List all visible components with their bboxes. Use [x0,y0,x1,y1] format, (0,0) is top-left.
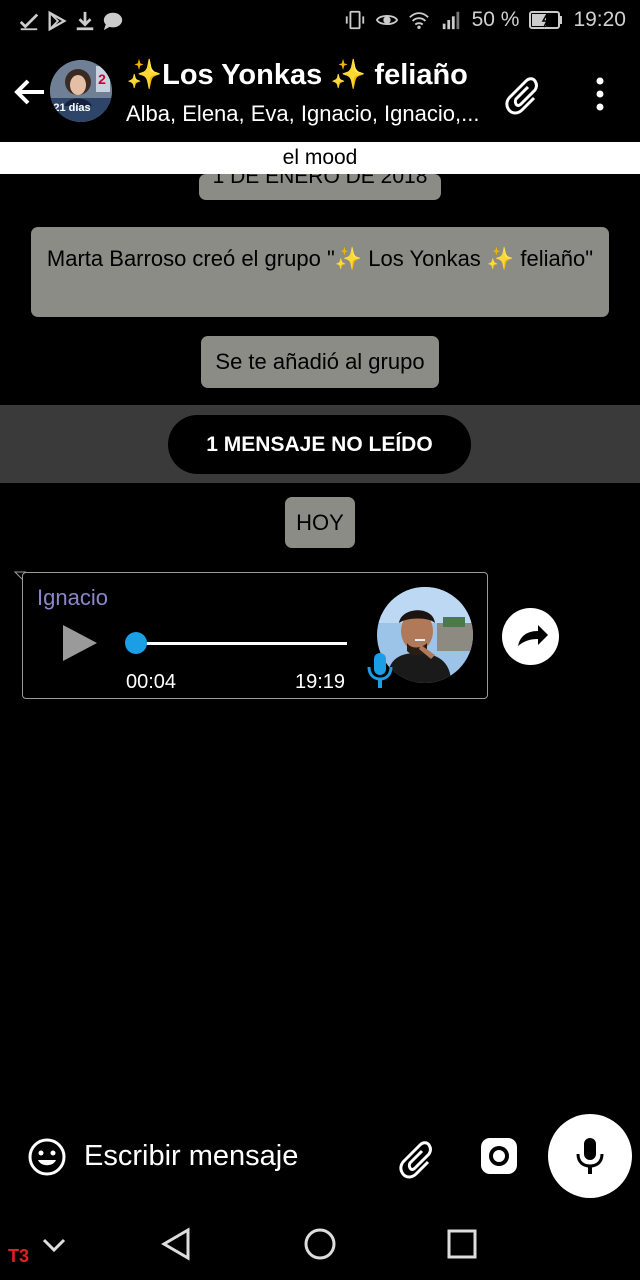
nav-home-icon[interactable] [302,1226,338,1262]
chat-header: 2 21 días ✨Los Yonkas ✨ feliaño Alba, El… [0,44,640,142]
audio-progress-knob[interactable] [125,632,147,654]
date-chip: 1 DE ENERO DE 2018 [199,174,441,200]
group-avatar[interactable]: 2 21 días [50,60,112,122]
clock: 19:20 [573,8,626,31]
attach-icon[interactable] [398,1136,442,1180]
download-icon [76,11,94,31]
audio-progress-track[interactable] [135,642,347,645]
unread-count-pill: 1 MENSAJE NO LEÍDO [168,415,471,474]
svg-text:2: 2 [98,71,106,87]
vibrate-icon [345,10,364,30]
record-voice-button[interactable] [548,1114,632,1198]
more-vert-icon[interactable] [582,72,618,116]
check-icon [19,13,39,31]
watermark: T3 [8,1246,30,1266]
signal-icon [442,11,459,30]
unread-divider: 1 MENSAJE NO LEÍDO [0,405,640,483]
group-title[interactable]: ✨Los Yonkas ✨ feliaño [126,58,468,92]
nav-back-icon[interactable] [158,1226,194,1262]
forward-button[interactable] [502,608,559,665]
mic-badge-icon [367,653,393,688]
battery-percent: 50 % [471,8,520,31]
system-nav-bar: T3 [0,1206,640,1280]
play-store-icon [48,10,67,32]
voice-message-bubble[interactable]: Ignacio 00:04 19:19 [22,572,488,699]
play-icon[interactable] [59,623,99,663]
forward-icon [518,625,548,646]
chat-bubble-icon [103,12,123,31]
eye-icon [375,14,398,26]
today-chip: HOY [285,497,355,548]
audio-duration: 00:04 [126,671,177,693]
status-bar: 50 % 19:20 [0,0,640,44]
hide-keyboard-icon[interactable] [36,1228,72,1264]
emoji-icon[interactable] [27,1137,67,1177]
wifi-icon [408,12,429,29]
microphone-icon [576,1138,604,1174]
pinned-message-strip[interactable]: el mood [0,142,640,174]
message-composer [0,1110,640,1204]
message-input[interactable] [84,1134,384,1178]
camera-icon[interactable] [480,1137,518,1175]
group-members[interactable]: Alba, Elena, Eva, Ignacio, Ignacio,... [126,101,486,127]
avatar-caption: 21 días [53,102,90,114]
group-created-notice: Marta Barroso creó el grupo "✨ Los Yonka… [31,227,609,317]
paperclip-icon[interactable] [504,72,548,116]
added-to-group-notice: Se te añadió al grupo [201,336,439,388]
notification-icons [18,10,124,32]
nav-recents-icon[interactable] [444,1226,480,1262]
sender-name[interactable]: Ignacio [37,585,108,611]
battery-icon [529,11,563,29]
back-arrow-icon[interactable] [10,72,50,112]
system-icons: 50 % 19:20 [344,8,626,32]
message-time: 19:19 [295,671,346,693]
